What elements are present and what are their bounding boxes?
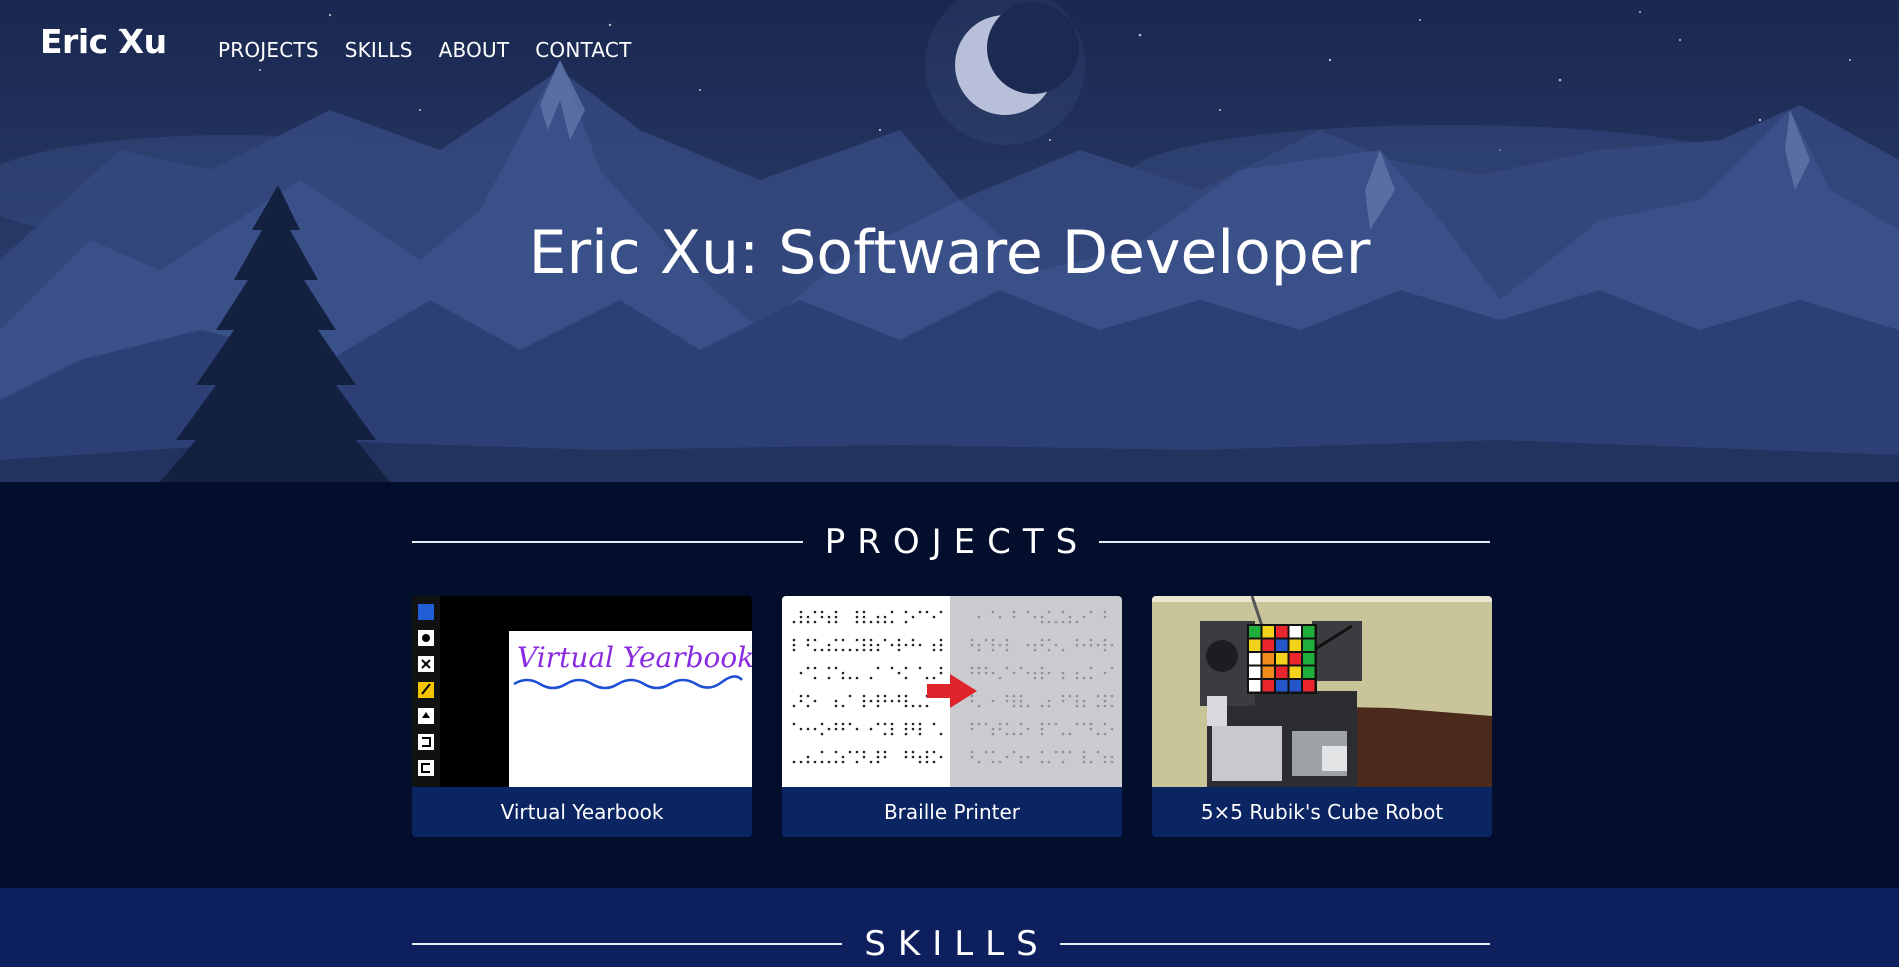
virtual-yearbook-thumbnail: Virtual Yearbook bbox=[412, 596, 752, 787]
project-caption: 5×5 Rubik's Cube Robot bbox=[1152, 787, 1492, 837]
nav-link-contact[interactable]: CONTACT bbox=[535, 38, 631, 62]
project-caption: Virtual Yearbook bbox=[412, 787, 752, 837]
nav-link-projects[interactable]: PROJECTS bbox=[218, 38, 319, 62]
nav-link-skills[interactable]: SKILLS bbox=[345, 38, 413, 62]
nav-links: PROJECTS SKILLS ABOUT CONTACT bbox=[218, 38, 632, 62]
project-caption: Braille Printer bbox=[782, 787, 1122, 837]
top-navigation: Eric Xu PROJECTS SKILLS ABOUT CONTACT bbox=[0, 0, 1899, 90]
project-cards: Virtual Yearbook Virtual Yearbook Braill… bbox=[412, 596, 1492, 837]
projects-section: PROJECTS Virtual Yearbook Virtual Yearbo… bbox=[0, 482, 1899, 888]
heading-divider-right bbox=[1059, 943, 1490, 945]
projects-heading: PROJECTS bbox=[412, 522, 1490, 562]
virtual-yearbook-thumb-text: Virtual Yearbook bbox=[517, 641, 752, 674]
project-card-rubiks-cube-robot[interactable]: 5×5 Rubik's Cube Robot bbox=[1152, 596, 1492, 837]
skills-heading: SKILLS bbox=[412, 924, 1490, 964]
skills-heading-label: SKILLS bbox=[864, 924, 1050, 964]
braille-printer-thumbnail bbox=[782, 596, 1122, 787]
nav-link-about[interactable]: ABOUT bbox=[439, 38, 510, 62]
skills-section: SKILLS bbox=[0, 888, 1899, 967]
heading-divider-left bbox=[412, 943, 843, 945]
brand-logo-link[interactable]: Eric Xu bbox=[40, 22, 167, 61]
heading-divider-right bbox=[1099, 541, 1490, 543]
hero-title: Eric Xu: Software Developer bbox=[528, 218, 1371, 288]
hero-banner: Eric Xu PROJECTS SKILLS ABOUT CONTACT Er… bbox=[0, 0, 1899, 482]
rubiks-cube-robot-thumbnail bbox=[1152, 596, 1492, 787]
heading-divider-left bbox=[412, 541, 803, 543]
projects-heading-label: PROJECTS bbox=[824, 522, 1090, 562]
project-card-braille-printer[interactable]: Braille Printer bbox=[782, 596, 1122, 837]
project-card-virtual-yearbook[interactable]: Virtual Yearbook Virtual Yearbook bbox=[412, 596, 752, 837]
